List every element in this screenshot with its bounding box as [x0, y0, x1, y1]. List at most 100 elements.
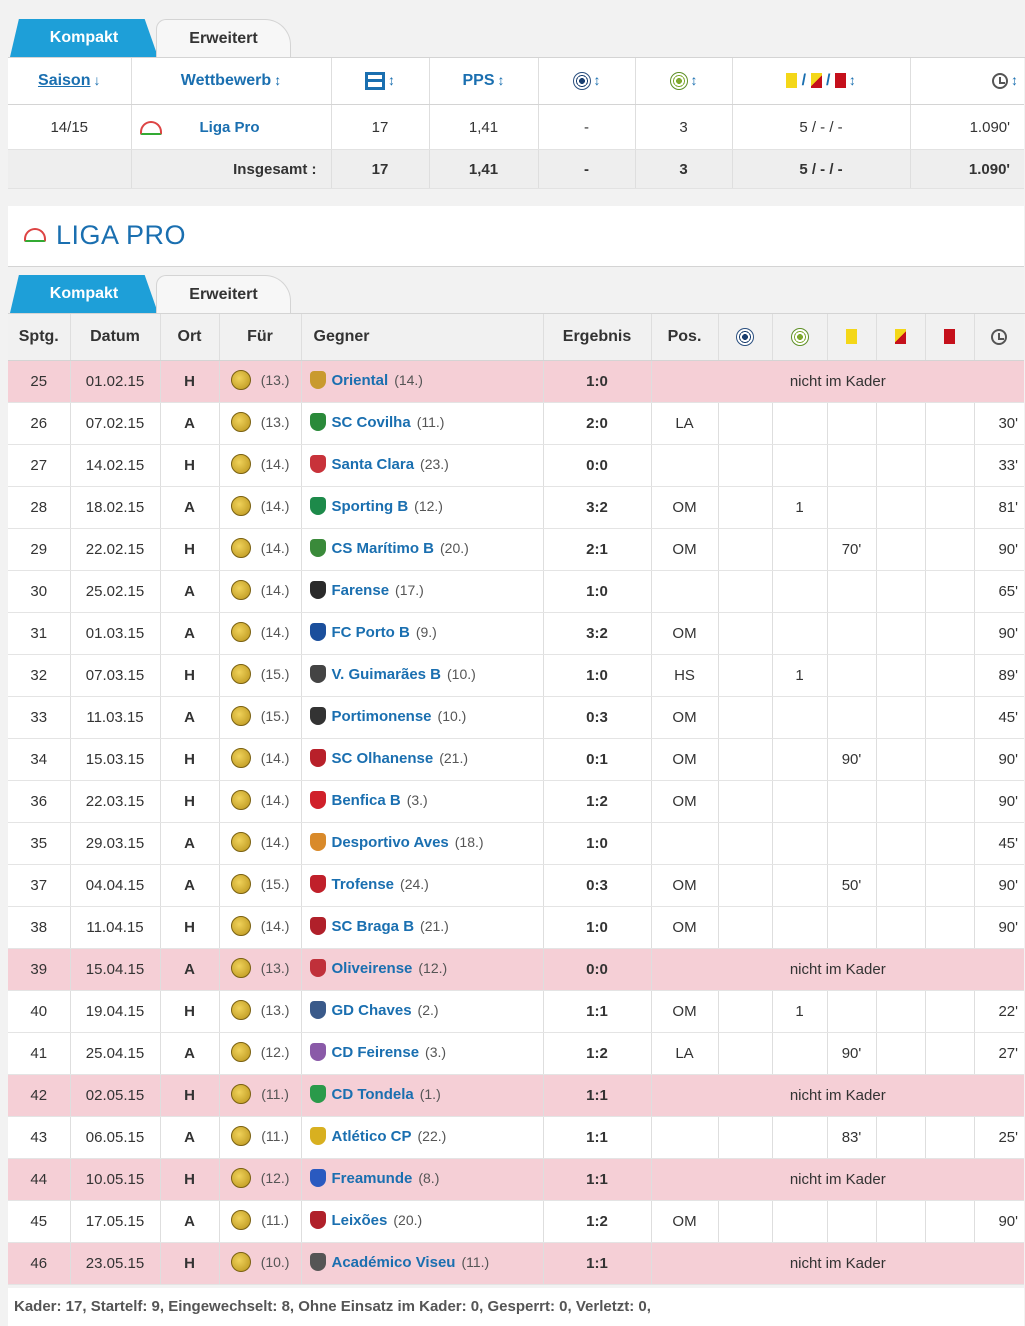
result-link[interactable]: 1:1 [543, 1158, 652, 1201]
opponent-link[interactable]: Oriental [332, 372, 389, 389]
match-row[interactable]: 27 14.02.15 H (14.) Santa Clara (23.) 0:0 33' [8, 444, 1024, 487]
opponent-link[interactable]: Farense [332, 582, 390, 599]
opponent-cell[interactable]: V. Guimarães B (10.) [301, 654, 544, 697]
matchday-link[interactable]: 46 [8, 1242, 71, 1285]
matchday-link[interactable]: 30 [8, 570, 71, 613]
result-link[interactable]: 2:0 [543, 402, 652, 445]
own-team-cell[interactable]: (14.) [219, 822, 302, 865]
col-cards[interactable]: / / ↕ [732, 58, 911, 105]
opponent-cell[interactable]: Académico Viseu (11.) [301, 1242, 544, 1285]
col-saison[interactable]: Saison ↓ [8, 58, 132, 105]
own-team-cell[interactable]: (14.) [219, 444, 302, 487]
opponent-link[interactable]: FC Porto B [332, 624, 410, 641]
competition-cell[interactable]: Liga Pro [131, 104, 332, 150]
opponent-link[interactable]: Trofense [332, 876, 395, 893]
match-row[interactable]: 37 04.04.15 A (15.) Trofense (24.) 0:3 OM 50' 90… [8, 864, 1024, 907]
matchday-link[interactable]: 33 [8, 696, 71, 739]
tab-kompakt[interactable]: Kompakt [10, 19, 158, 57]
own-team-cell[interactable]: (14.) [219, 528, 302, 571]
result-link[interactable]: 1:1 [543, 990, 652, 1033]
opponent-link[interactable]: GD Chaves [332, 1002, 412, 1019]
opponent-link[interactable]: CD Feirense [332, 1044, 420, 1061]
match-row[interactable]: 34 15.03.15 H (14.) SC Olhanense (21.) 0:1 OM 9… [8, 738, 1024, 781]
match-row[interactable]: 40 19.04.15 H (13.) GD Chaves (2.) 1:1 OM 1 22' [8, 990, 1024, 1033]
opponent-cell[interactable]: Oriental (14.) [301, 360, 544, 403]
opponent-link[interactable]: Desportivo Aves [332, 834, 449, 851]
opponent-cell[interactable]: Benfica B (3.) [301, 780, 544, 823]
own-team-cell[interactable]: (10.) [219, 1242, 302, 1285]
own-team-cell[interactable]: (13.) [219, 402, 302, 445]
match-row[interactable]: 28 18.02.15 A (14.) Sporting B (12.) 3:2 OM 1 81… [8, 486, 1024, 529]
tab-erweitert[interactable]: Erweitert [156, 19, 291, 57]
competition-link[interactable]: Liga Pro [200, 119, 260, 136]
own-team-cell[interactable]: (11.) [219, 1116, 302, 1159]
matchday-link[interactable]: 44 [8, 1158, 71, 1201]
opponent-cell[interactable]: SC Covilha (11.) [301, 402, 544, 445]
result-link[interactable]: 1:0 [543, 822, 652, 865]
matchday-link[interactable]: 39 [8, 948, 71, 991]
result-link[interactable]: 1:1 [543, 1242, 652, 1285]
opponent-link[interactable]: V. Guimarães B [332, 666, 442, 683]
result-link[interactable]: 0:0 [543, 948, 652, 991]
own-team-cell[interactable]: (14.) [219, 906, 302, 949]
opponent-cell[interactable]: Sporting B (12.) [301, 486, 544, 529]
result-link[interactable]: 3:2 [543, 612, 652, 655]
matchday-link[interactable]: 25 [8, 360, 71, 403]
opponent-link[interactable]: Académico Viseu [332, 1254, 456, 1271]
opponent-cell[interactable]: Leixões (20.) [301, 1200, 544, 1243]
own-team-cell[interactable]: (11.) [219, 1200, 302, 1243]
opponent-cell[interactable]: Oliveirense (12.) [301, 948, 544, 991]
result-link[interactable]: 0:3 [543, 864, 652, 907]
matchday-link[interactable]: 43 [8, 1116, 71, 1159]
opponent-link[interactable]: CD Tondela [332, 1086, 414, 1103]
opponent-link[interactable]: Oliveirense [332, 960, 413, 977]
own-team-cell[interactable]: (14.) [219, 570, 302, 613]
opponent-cell[interactable]: GD Chaves (2.) [301, 990, 544, 1033]
opponent-link[interactable]: SC Braga B [332, 918, 415, 935]
match-row[interactable]: 35 29.03.15 A (14.) Desportivo Aves (18.) 1:0… [8, 822, 1024, 865]
match-row[interactable]: 42 02.05.15 H (11.) CD Tondela (1.) 1:1 nicht … [8, 1074, 1024, 1117]
col-einsaetze[interactable]: ↕ [331, 58, 430, 105]
matchday-link[interactable]: 37 [8, 864, 71, 907]
result-link[interactable]: 3:2 [543, 486, 652, 529]
opponent-link[interactable]: SC Covilha [332, 414, 411, 431]
opponent-cell[interactable]: CS Marítimo B (20.) [301, 528, 544, 571]
opponent-link[interactable]: Atlético CP [332, 1128, 412, 1145]
matchday-link[interactable]: 45 [8, 1200, 71, 1243]
opponent-cell[interactable]: SC Olhanense (21.) [301, 738, 544, 781]
result-link[interactable]: 1:2 [543, 780, 652, 823]
result-link[interactable]: 1:2 [543, 1032, 652, 1075]
match-row[interactable]: 44 10.05.15 H (12.) Freamunde (8.) 1:1 nicht i… [8, 1158, 1024, 1201]
match-row[interactable]: 26 07.02.15 A (13.) SC Covilha (11.) 2:0 LA 30' [8, 402, 1024, 445]
own-team-cell[interactable]: (13.) [219, 990, 302, 1033]
matchday-link[interactable]: 34 [8, 738, 71, 781]
col-minutes[interactable]: ↕ [910, 58, 1024, 105]
opponent-cell[interactable]: Santa Clara (23.) [301, 444, 544, 487]
match-row[interactable]: 29 22.02.15 H (14.) CS Marítimo B (20.) 2:1 OM… [8, 528, 1024, 571]
col-wettbewerb[interactable]: Wettbewerb ↕ [131, 58, 332, 105]
result-link[interactable]: 0:0 [543, 444, 652, 487]
own-team-cell[interactable]: (14.) [219, 780, 302, 823]
own-team-cell[interactable]: (14.) [219, 612, 302, 655]
result-link[interactable]: 1:0 [543, 360, 652, 403]
opponent-cell[interactable]: FC Porto B (9.) [301, 612, 544, 655]
own-team-cell[interactable]: (14.) [219, 486, 302, 529]
match-row[interactable]: 41 25.04.15 A (12.) CD Feirense (3.) 1:2 LA 90'… [8, 1032, 1024, 1075]
col-pps[interactable]: PPS ↕ [429, 58, 539, 105]
own-team-cell[interactable]: (14.) [219, 738, 302, 781]
match-row[interactable]: 39 15.04.15 A (13.) Oliveirense (12.) 0:0 nich… [8, 948, 1024, 991]
opponent-cell[interactable]: Trofense (24.) [301, 864, 544, 907]
own-team-cell[interactable]: (11.) [219, 1074, 302, 1117]
match-row[interactable]: 36 22.03.15 H (14.) Benfica B (3.) 1:2 OM 90' [8, 780, 1024, 823]
result-link[interactable]: 0:3 [543, 696, 652, 739]
result-link[interactable]: 1:0 [543, 654, 652, 697]
opponent-link[interactable]: Santa Clara [332, 456, 415, 473]
opponent-link[interactable]: SC Olhanense [332, 750, 434, 767]
opponent-link[interactable]: Sporting B [332, 498, 409, 515]
match-row[interactable]: 32 07.03.15 H (15.) V. Guimarães B (10.) 1:0 H… [8, 654, 1024, 697]
match-row[interactable]: 45 17.05.15 A (11.) Leixões (20.) 1:2 OM 90' [8, 1200, 1024, 1243]
own-team-cell[interactable]: (13.) [219, 360, 302, 403]
matchday-link[interactable]: 42 [8, 1074, 71, 1117]
opponent-cell[interactable]: CD Feirense (3.) [301, 1032, 544, 1075]
opponent-cell[interactable]: Desportivo Aves (18.) [301, 822, 544, 865]
